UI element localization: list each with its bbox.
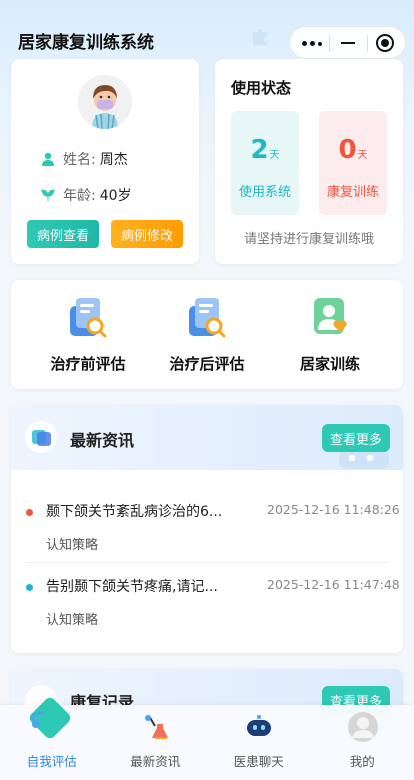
- usage-status-card: 使用状态 2天 使用系统 0天 康复训练 请坚持进行康复训练哦: [215, 59, 403, 264]
- news-item[interactable]: 告别颞下颌关节疼痛,请记... 2025-12-16 11:47:48 认知策略: [26, 574, 400, 644]
- usage-status-title: 使用状态: [231, 79, 292, 97]
- tab-mine[interactable]: 我的: [311, 705, 414, 780]
- name-value: 周杰: [99, 152, 128, 168]
- home-training-label: 居家训练: [299, 355, 360, 373]
- status-tip: 请坚持进行康复训练哦: [243, 232, 374, 247]
- system-usage-stat: 2天 使用系统: [231, 111, 299, 215]
- mini-program-capsule: [289, 26, 406, 59]
- clipboard-search-icon: [189, 298, 226, 338]
- news-item-category: 认知策略: [46, 613, 99, 628]
- profile-card: 姓名: 周杰 年龄: 40岁 病例查看 病例修改: [11, 59, 199, 264]
- app-title: 居家康复训练系统: [18, 33, 154, 53]
- system-usage-days: 2天: [250, 135, 280, 165]
- news-divider: [26, 562, 388, 563]
- pre-treatment-eval-label: 治疗前评估: [50, 355, 126, 373]
- quick-actions-card: 治疗前评估 治疗后评估 居家训练: [11, 280, 403, 389]
- tab-doctor-chat[interactable]: 医患聊天: [207, 705, 311, 780]
- case-view-button[interactable]: 病例查看: [27, 220, 99, 248]
- post-treatment-eval-label: 治疗后评估: [169, 355, 245, 373]
- person-icon: [42, 152, 54, 166]
- pre-treatment-eval[interactable]: 治疗前评估: [33, 296, 143, 378]
- user-heart-icon: [314, 298, 347, 334]
- lab-flask-icon: [144, 715, 168, 739]
- news-badge-icon: [25, 421, 57, 453]
- tab-self-eval[interactable]: 自我评估: [0, 697, 104, 780]
- age-value: 40岁: [99, 188, 132, 204]
- rehab-training-label: 康复训练: [326, 185, 379, 200]
- close-target-icon[interactable]: [376, 34, 394, 52]
- news-card: 最新资讯 查看更多 颞下颌关节紊乱病诊治的6... 2025-12-16 11:…: [11, 405, 403, 653]
- rehab-training-stat: 0天 康复训练: [319, 111, 387, 215]
- puzzle-decoration-icon: [253, 29, 267, 45]
- avatar: [78, 75, 132, 129]
- tab-news[interactable]: 最新资讯: [104, 705, 208, 780]
- home-training[interactable]: 居家训练: [275, 296, 385, 378]
- more-options-icon[interactable]: [302, 34, 326, 52]
- self-eval-icon: [29, 697, 71, 739]
- news-header: 最新资讯 查看更多: [11, 405, 403, 470]
- tab-label: 最新资讯: [130, 754, 181, 769]
- robot-chat-icon: [247, 715, 271, 736]
- news-item-title: 颞下颌关节紊乱病诊治的6...: [46, 504, 223, 520]
- profile-avatar-icon: [347, 712, 378, 742]
- clipboard-search-icon: [70, 298, 107, 338]
- news-item-category: 认知策略: [46, 538, 99, 553]
- top-bar: 居家康复训练系统: [0, 0, 414, 60]
- news-item-title: 告别颞下颌关节疼痛,请记...: [46, 579, 218, 595]
- post-treatment-eval[interactable]: 治疗后评估: [152, 296, 262, 378]
- case-edit-button[interactable]: 病例修改: [111, 220, 183, 248]
- news-item-time: 2025-12-16 11:48:26: [267, 502, 400, 517]
- news-dot: [26, 584, 33, 591]
- minimize-icon[interactable]: [339, 34, 357, 52]
- news-item-time: 2025-12-16 11:47:48: [267, 577, 400, 592]
- bottom-tab-bar: 自我评估 最新资讯 医患聊天 我的: [0, 697, 414, 780]
- news-item[interactable]: 颞下颌关节紊乱病诊治的6... 2025-12-16 11:48:26 认知策略: [26, 499, 400, 569]
- age-label: 年龄:: [63, 188, 96, 204]
- news-title: 最新资讯: [70, 431, 135, 450]
- tab-label: 医患聊天: [233, 754, 284, 769]
- name-row: 姓名: 周杰: [41, 149, 128, 169]
- age-row: 年龄: 40岁: [41, 185, 132, 205]
- news-more-button[interactable]: 查看更多: [322, 424, 390, 452]
- tab-label: 我的: [349, 754, 375, 769]
- rehab-training-days: 0天: [338, 135, 368, 165]
- leaf-icon: [41, 189, 55, 201]
- capsule-divider: [329, 35, 330, 52]
- news-dot: [26, 509, 33, 516]
- capsule-divider: [367, 35, 368, 52]
- name-label: 姓名:: [63, 152, 96, 168]
- system-usage-label: 使用系统: [238, 185, 291, 200]
- tab-label: 自我评估: [26, 754, 77, 769]
